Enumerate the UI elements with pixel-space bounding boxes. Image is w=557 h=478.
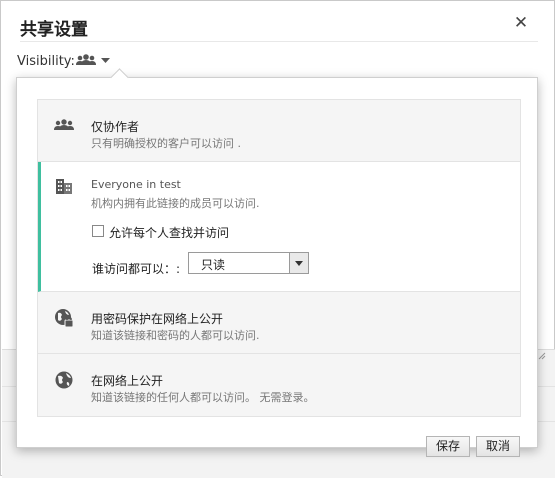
option-everyone-in-org[interactable]: Everyone in test 机构内拥有此链接的成员可以访问. 允许每个人查… — [38, 162, 520, 292]
title-divider — [20, 41, 538, 42]
option-title: 仅协作者 — [91, 120, 140, 134]
access-level-label: 谁访问都可以：: — [92, 262, 181, 276]
save-button[interactable]: 保存 — [426, 436, 470, 457]
access-level-select[interactable]: 只读 — [188, 252, 309, 274]
option-title: 用密码保护在网络上公开 — [91, 312, 224, 326]
people-icon — [76, 54, 110, 65]
allow-find-label: 允许每个人查找并访问 — [109, 226, 230, 240]
chevron-down-icon[interactable] — [289, 253, 308, 273]
dialog-title: 共享设置 — [20, 20, 88, 40]
option-public-on-web[interactable]: 在网络上公开 知道该链接的任何人都可以访问。 无需登录。 — [38, 354, 520, 416]
building-icon — [56, 179, 72, 194]
resize-handle[interactable] — [538, 345, 546, 360]
visibility-label: Visibility: — [17, 54, 75, 69]
option-description: 知道该链接和密码的人都可以访问. — [91, 329, 260, 342]
allow-find-checkbox[interactable] — [92, 225, 104, 237]
option-title: Everyone in test — [91, 178, 181, 191]
globe-icon — [55, 371, 73, 389]
share-settings-dialog: 共享设置 ✕ Visibility: 仅协作者 只有明确授权的客户可以访问 . … — [0, 0, 555, 478]
globe-lock-icon — [55, 309, 74, 328]
option-public-with-password[interactable]: 用密码保护在网络上公开 知道该链接和密码的人都可以访问. — [38, 292, 520, 354]
option-collaborators-only[interactable]: 仅协作者 只有明确授权的客户可以访问 . — [38, 100, 520, 162]
option-description: 只有明确授权的客户可以访问 . — [91, 137, 241, 150]
access-level-value: 只读 — [201, 258, 226, 272]
option-description: 机构内拥有此链接的成员可以访问. — [91, 197, 260, 210]
popup-caret — [110, 68, 129, 87]
visibility-popup: 仅协作者 只有明确授权的客户可以访问 . Everyone in test 机构… — [16, 68, 538, 448]
cancel-button[interactable]: 取消 — [476, 436, 520, 457]
visibility-options-list: 仅协作者 只有明确授权的客户可以访问 . Everyone in test 机构… — [37, 99, 521, 417]
option-title: 在网络上公开 — [91, 374, 164, 388]
close-icon[interactable]: ✕ — [513, 15, 529, 32]
caret-down-icon — [101, 58, 110, 63]
option-description: 知道该链接的任何人都可以访问。 无需登录。 — [91, 391, 315, 404]
people-icon — [54, 119, 74, 130]
visibility-dropdown[interactable] — [75, 52, 115, 70]
